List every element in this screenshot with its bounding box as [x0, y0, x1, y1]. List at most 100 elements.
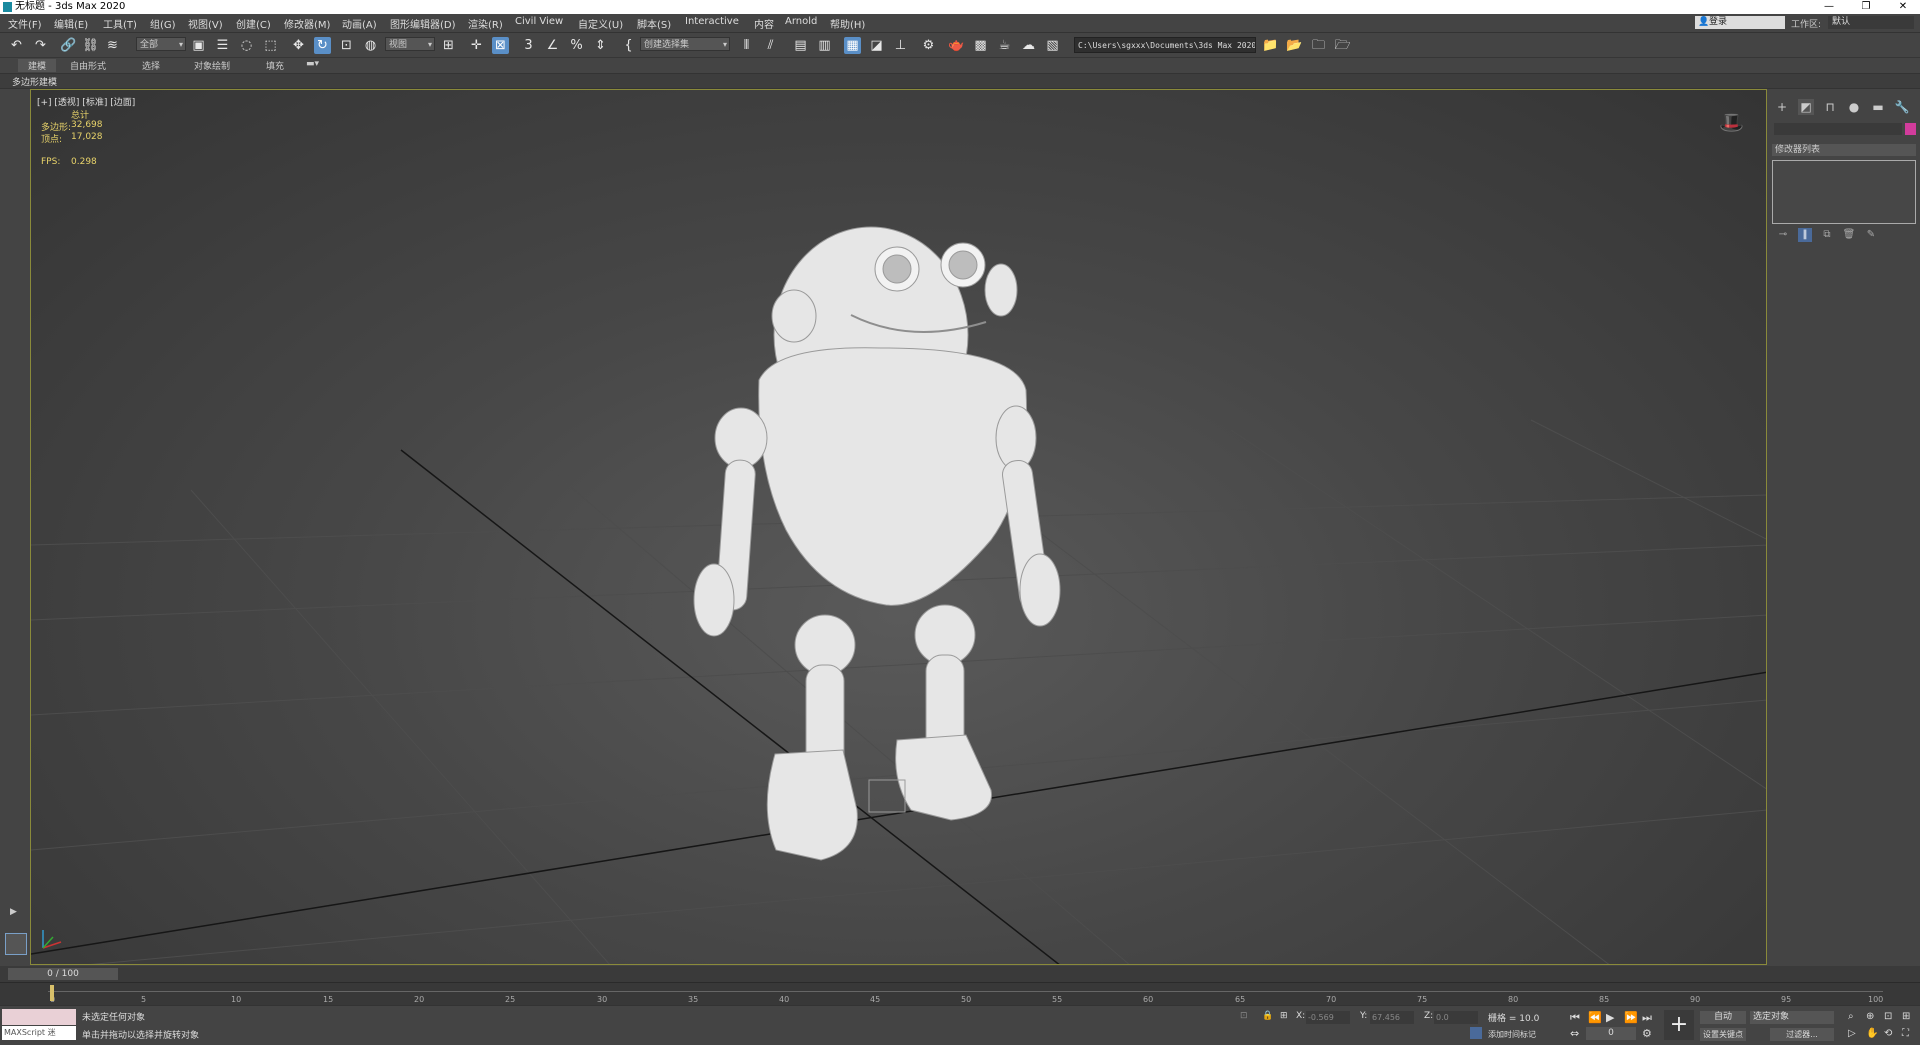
menu-create[interactable]: 创建(C): [236, 16, 271, 31]
menu-content[interactable]: 内容: [754, 16, 774, 31]
go-to-end-icon[interactable]: ⏭: [1642, 1011, 1652, 1025]
select-object-icon[interactable]: ▣: [190, 37, 207, 54]
menu-civil-view[interactable]: Civil View: [515, 16, 563, 27]
menu-arnold[interactable]: Arnold: [785, 16, 817, 27]
modify-tab-icon[interactable]: ◩: [1798, 99, 1814, 115]
project-folder-icon[interactable]: 📁: [1262, 37, 1279, 54]
login-dropdown[interactable]: 登录 👤: [1695, 16, 1785, 29]
minimize-button[interactable]: —: [1814, 0, 1844, 14]
menu-customize[interactable]: 自定义(U): [578, 16, 623, 31]
key-mode-icon[interactable]: ⇔: [1570, 1027, 1579, 1040]
configure-modifier-sets-icon[interactable]: ✎: [1864, 228, 1878, 242]
viewcube-home-icon[interactable]: 🎩: [1719, 110, 1744, 134]
project-path-dropdown[interactable]: C:\Users\sgxxx\Documents\3ds Max 2020: [1074, 37, 1256, 53]
layer-explorer-icon[interactable]: ▥: [816, 37, 833, 54]
make-unique-icon[interactable]: ⧉: [1820, 228, 1834, 242]
zoom-extents-icon[interactable]: ⊡: [1884, 1011, 1892, 1022]
remove-modifier-icon[interactable]: 🗑: [1842, 228, 1856, 242]
menu-animation[interactable]: 动画(A): [342, 16, 377, 31]
utilities-tab-icon[interactable]: 🔧: [1894, 99, 1910, 115]
ribbon-toggle-icon[interactable]: ▦: [844, 37, 861, 54]
tab-modeling[interactable]: 建模: [18, 59, 57, 72]
menu-graph-editors[interactable]: 图形编辑器(D): [390, 16, 456, 31]
menu-group[interactable]: 组(G): [150, 16, 176, 31]
create-tab-icon[interactable]: +: [1774, 99, 1790, 115]
x-coordinate-field[interactable]: -0.569: [1306, 1011, 1350, 1024]
pan-icon[interactable]: ✋: [1866, 1028, 1878, 1039]
spinner-snap-icon[interactable]: ⇕: [592, 37, 609, 54]
workspace-dropdown[interactable]: 默认: [1828, 16, 1914, 29]
window-crossing-icon[interactable]: ⬚: [262, 37, 279, 54]
close-button[interactable]: ✕: [1888, 0, 1918, 14]
field-of-view-icon[interactable]: ▷: [1848, 1028, 1856, 1039]
time-config-icon[interactable]: ⚙: [1642, 1027, 1652, 1040]
link-icon[interactable]: 🔗: [60, 37, 77, 54]
select-move-icon[interactable]: ✥: [290, 37, 307, 54]
auto-key-button[interactable]: 自动: [1700, 1011, 1746, 1024]
viewport-label[interactable]: [+] [透视] [标准] [边面]: [37, 95, 135, 108]
material-editor-icon[interactable]: ⚙: [920, 37, 937, 54]
percent-snap-icon[interactable]: %: [568, 37, 585, 54]
maxscript-listener[interactable]: [2, 1009, 76, 1025]
tab-populate[interactable]: 填充: [266, 59, 284, 72]
y-coordinate-field[interactable]: 67.456: [1370, 1011, 1414, 1024]
manipulate-icon[interactable]: ✛: [468, 37, 485, 54]
menu-file[interactable]: 文件(F): [8, 16, 42, 31]
lock-icon[interactable]: 🔒: [1262, 1011, 1273, 1021]
zoom-all-icon[interactable]: ⊕: [1866, 1011, 1874, 1022]
go-to-start-icon[interactable]: ⏮: [1570, 1011, 1580, 1025]
ribbon-options-icon[interactable]: ▬▾: [306, 59, 319, 69]
set-key-icon[interactable]: +: [1664, 1010, 1694, 1040]
key-filters-button[interactable]: 过滤器...: [1770, 1028, 1834, 1041]
object-color-swatch[interactable]: [1905, 123, 1916, 135]
maxscript-mini-listener[interactable]: MAXScript 迷: [2, 1026, 76, 1040]
folder-up-icon[interactable]: 🗀: [1310, 37, 1327, 54]
menu-view[interactable]: 视图(V): [188, 16, 223, 31]
next-frame-icon[interactable]: ⏩: [1624, 1011, 1638, 1024]
expand-arrow-icon[interactable]: ▶: [10, 907, 17, 917]
scene-explorer-icon[interactable]: ▤: [792, 37, 809, 54]
menu-modifiers[interactable]: 修改器(M): [284, 16, 330, 31]
polygon-modeling-label[interactable]: 多边形建模: [12, 75, 57, 88]
tab-freeform[interactable]: 自由形式: [70, 59, 106, 72]
set-key-button[interactable]: 设置关键点: [1700, 1028, 1746, 1041]
pivot-center-icon[interactable]: ⊞: [440, 37, 457, 54]
orbit-icon[interactable]: ⟲: [1884, 1028, 1892, 1039]
bind-space-warp-icon[interactable]: ≋: [104, 37, 121, 54]
menu-scripting[interactable]: 脚本(S): [637, 16, 671, 31]
tab-object-paint[interactable]: 对象绘制: [194, 59, 230, 72]
menu-rendering[interactable]: 渲染(R): [468, 16, 503, 31]
snap-toggle-icon[interactable]: 3: [520, 37, 537, 54]
zoom-icon[interactable]: ⌕: [1848, 1011, 1854, 1022]
render-production-icon[interactable]: ☕: [996, 37, 1013, 54]
menu-help[interactable]: 帮助(H): [830, 16, 865, 31]
menu-interactive[interactable]: Interactive: [685, 16, 739, 27]
perspective-viewport[interactable]: [+] [透视] [标准] [边面] 总计 多边形: 32,698 顶点: 17…: [30, 89, 1767, 965]
viewport-layout-icon[interactable]: [5, 933, 27, 955]
select-scale-icon[interactable]: ⊡: [338, 37, 355, 54]
absolute-mode-icon[interactable]: ⊞: [1280, 1011, 1288, 1021]
menu-edit[interactable]: 编辑(E): [54, 16, 88, 31]
time-tag-icon[interactable]: [1470, 1027, 1482, 1039]
selected-dropdown[interactable]: 选定对象: [1750, 1011, 1834, 1024]
object-name-field[interactable]: [1774, 123, 1902, 135]
selection-region-icon[interactable]: ◌: [238, 37, 255, 54]
reference-coord-dropdown[interactable]: 视图: [385, 37, 435, 52]
z-coordinate-field[interactable]: 0.0: [1434, 1011, 1478, 1024]
selection-filter-dropdown[interactable]: 全部: [136, 37, 186, 52]
select-rotate-icon[interactable]: ↻: [314, 37, 331, 54]
place-icon[interactable]: ◍: [362, 37, 379, 54]
modifier-stack[interactable]: [1772, 160, 1916, 224]
render-cloud-icon[interactable]: ☁: [1020, 37, 1037, 54]
motion-tab-icon[interactable]: ●: [1846, 99, 1862, 115]
render-frame-icon[interactable]: ▩: [972, 37, 989, 54]
maximize-viewport-icon[interactable]: ⛶: [1902, 1028, 1909, 1039]
schematic-view-icon[interactable]: ⊥: [892, 37, 909, 54]
current-frame-marker[interactable]: [50, 985, 54, 1001]
display-tab-icon[interactable]: ▬: [1870, 99, 1886, 115]
hierarchy-tab-icon[interactable]: ⊓: [1822, 99, 1838, 115]
render-iterative-icon[interactable]: ▧: [1044, 37, 1061, 54]
pin-stack-icon[interactable]: ⊸: [1776, 228, 1790, 242]
menu-tools[interactable]: 工具(T): [103, 16, 137, 31]
select-by-name-icon[interactable]: ☰: [214, 37, 231, 54]
